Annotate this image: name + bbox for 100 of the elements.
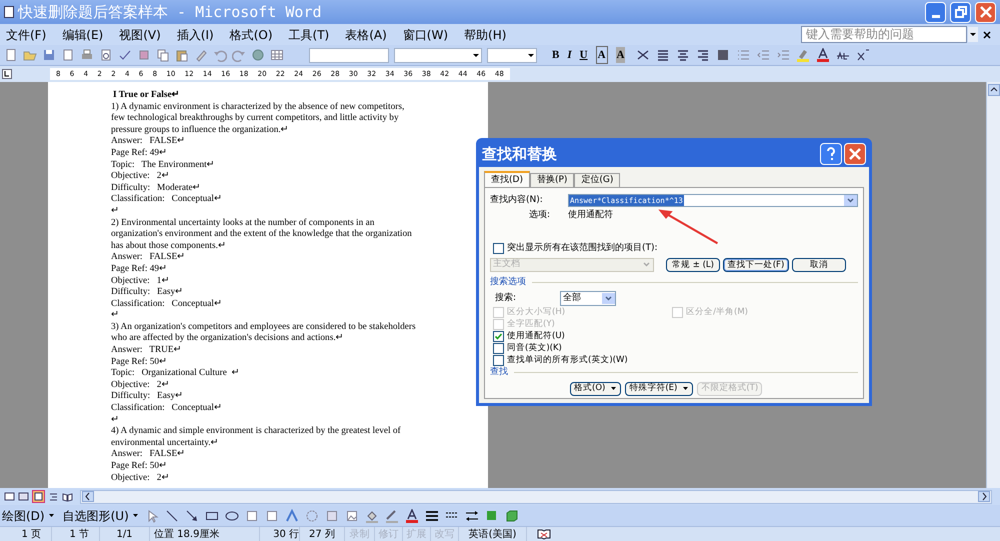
menu-item[interactable]: 编辑(E) — [60, 26, 106, 44]
copy-icon[interactable] — [156, 48, 170, 62]
fill-color-icon[interactable] — [364, 508, 379, 522]
help-search-field[interactable]: 键入需要帮助的问题 — [801, 26, 967, 43]
format-button[interactable]: A — [596, 46, 608, 64]
format-button[interactable]: I — [567, 46, 572, 64]
paragraph: Answer: FALSE↵ — [111, 252, 186, 264]
print-icon[interactable] — [80, 48, 94, 62]
character-scaling-icon[interactable] — [636, 48, 650, 62]
tab[interactable]: 定位(G) — [574, 173, 620, 187]
align-center-icon[interactable] — [676, 48, 690, 62]
tab[interactable]: 查找(D) — [484, 171, 530, 188]
spelling-status-icon[interactable] — [537, 527, 551, 541]
align-right-icon[interactable] — [696, 48, 710, 62]
decrease-indent-icon[interactable] — [756, 48, 770, 62]
options-value: 使用通配符 — [568, 208, 613, 222]
picture-insert-icon[interactable] — [344, 508, 359, 522]
checkbox[interactable] — [493, 355, 504, 366]
font-color-icon[interactable] — [404, 508, 419, 522]
normal-view-icon[interactable] — [4, 491, 15, 502]
search-dropdown[interactable]: 全部 — [560, 291, 616, 306]
paragraph: Page Ref: 49↵ — [111, 148, 168, 160]
close-icon[interactable] — [982, 30, 992, 40]
menu-item[interactable]: 帮助(H) — [462, 26, 508, 44]
menu-item[interactable]: 视图(V) — [117, 26, 163, 44]
scroll-left-icon[interactable] — [82, 491, 94, 502]
dialog-button[interactable]: 取消 — [792, 258, 846, 272]
oval-icon[interactable] — [224, 508, 239, 522]
spelling-icon[interactable] — [118, 48, 132, 62]
font-style-field[interactable] — [309, 48, 389, 62]
print-view-icon[interactable] — [32, 490, 45, 503]
restore-icon — [954, 6, 966, 18]
caret-icon[interactable] — [48, 512, 55, 519]
menu-item[interactable]: 表格(A) — [343, 26, 389, 44]
menu-item[interactable]: 工具(T) — [286, 26, 332, 44]
paragraph: Difficulty: Moderate↵ — [111, 182, 202, 194]
format-button[interactable]: A — [616, 46, 626, 64]
paragraph: Classification: Conceptual↵ — [111, 403, 224, 415]
save-icon[interactable] — [42, 48, 56, 62]
tab[interactable]: 替换(P) — [530, 173, 574, 187]
dialog-button[interactable]: 常规 ± (L) — [666, 258, 720, 272]
caret-icon[interactable] — [132, 512, 139, 519]
checkbox-checked[interactable] — [493, 331, 504, 342]
toolbar-menu-button[interactable]: 自选图形(U) — [62, 506, 139, 524]
increase-indent-icon[interactable] — [776, 48, 790, 62]
minimize-button[interactable] — [925, 2, 946, 22]
menu-item[interactable]: 文件(F) — [4, 26, 48, 44]
dialog-button[interactable]: 特殊字符(E) — [625, 382, 694, 396]
highlight-icon[interactable] — [796, 48, 810, 62]
line-color-icon[interactable] — [384, 508, 399, 522]
arrow-style-icon[interactable] — [464, 508, 479, 522]
help-button[interactable] — [820, 143, 842, 165]
reading-view-icon[interactable] — [62, 491, 73, 502]
checkbox[interactable] — [493, 343, 504, 354]
3d-style-icon[interactable] — [504, 508, 519, 522]
font-color-icon[interactable] — [816, 48, 830, 62]
checkbox[interactable] — [493, 243, 504, 254]
paragraph: Page Ref: 50↵ — [111, 461, 168, 473]
web-view-icon[interactable] — [18, 491, 29, 502]
font-name-field[interactable] — [394, 48, 482, 62]
paste-icon[interactable] — [175, 48, 189, 62]
outline-view-icon[interactable] — [48, 491, 59, 502]
line-icon[interactable] — [164, 508, 179, 522]
line-style-icon[interactable] — [424, 508, 439, 522]
superscript-icon[interactable] — [856, 48, 870, 62]
toolbar-menu-button[interactable]: 绘图(D) — [2, 506, 55, 524]
dialog-button[interactable]: 查找下一处(F) — [723, 258, 789, 272]
font-size-field[interactable] — [487, 48, 537, 62]
horizontal-scrollbar[interactable] — [80, 490, 992, 504]
shadow-icon[interactable] — [484, 508, 499, 522]
permission-icon[interactable] — [61, 48, 75, 62]
status-text: 位置 18.9厘米 — [150, 526, 260, 541]
caret-icon[interactable] — [610, 385, 618, 392]
menu-item[interactable]: 窗口(W) — [400, 26, 450, 44]
scroll-right-icon[interactable] — [978, 491, 990, 502]
format-button[interactable]: B — [552, 46, 560, 64]
paragraph: Topic: Organizational Culture ↵ — [111, 368, 241, 380]
align-left-icon[interactable] — [656, 48, 670, 62]
menu-item[interactable]: 格式(O) — [228, 26, 275, 44]
new-icon[interactable] — [4, 48, 18, 62]
wordart-icon[interactable] — [284, 508, 299, 522]
restore-button[interactable] — [950, 2, 971, 22]
table-icon[interactable] — [270, 48, 284, 62]
vertical-scrollbar[interactable] — [986, 82, 1000, 488]
format-painter-icon[interactable] — [194, 48, 208, 62]
menu-item[interactable]: 插入(I) — [174, 26, 216, 44]
close-button[interactable] — [975, 2, 996, 22]
caret-icon[interactable] — [682, 385, 690, 392]
numbered-list-icon[interactable] — [736, 48, 750, 62]
tab-selector-icon[interactable] — [2, 69, 12, 79]
checkbox-label: 区分全/半角(M) — [686, 306, 748, 319]
scroll-up-icon[interactable] — [988, 84, 1000, 96]
section-heading: I True or False↵ — [112, 90, 181, 102]
close-button[interactable] — [844, 143, 866, 165]
dialog-button[interactable]: 格式(O) — [570, 382, 622, 396]
paragraph: Answer: FALSE↵ — [111, 136, 186, 148]
format-button[interactable]: U — [580, 46, 588, 64]
arrow-icon[interactable] — [184, 508, 199, 522]
print-preview-icon[interactable] — [99, 48, 113, 62]
section-heading: 搜索选项 — [490, 276, 526, 288]
